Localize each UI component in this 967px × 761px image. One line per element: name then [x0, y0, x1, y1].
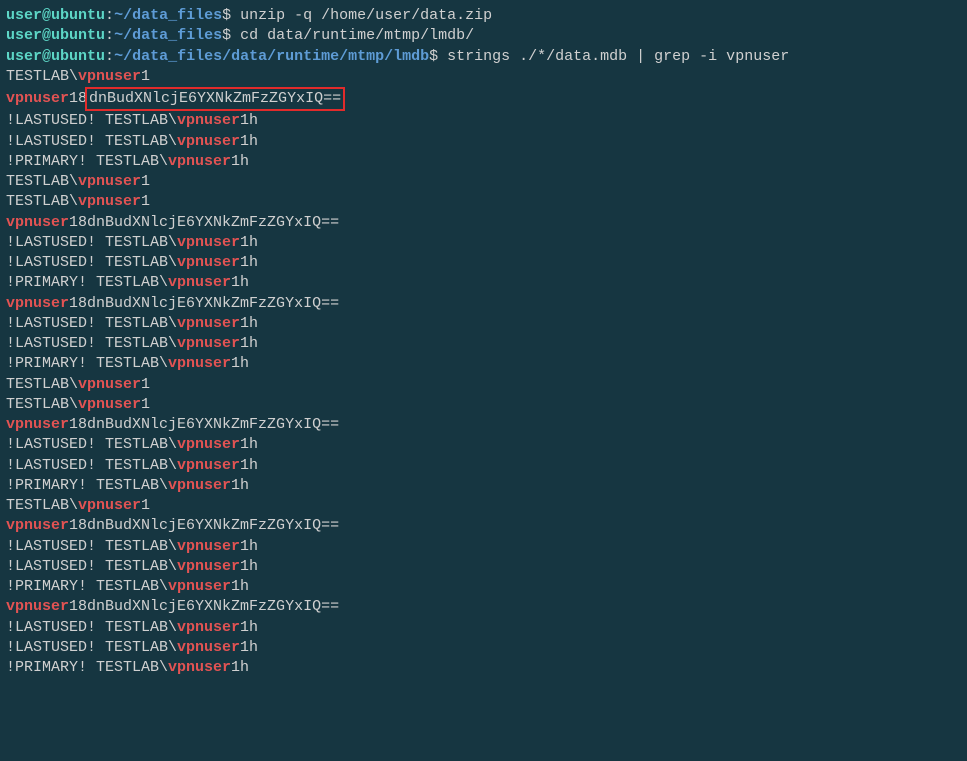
- output-line: !LASTUSED! TESTLAB\vpnuser1h: [6, 557, 961, 577]
- terminal-output: TESTLAB\vpnuser1vpnuser18dnBudXNlcjE6YXN…: [6, 67, 961, 679]
- grep-match: vpnuser: [6, 90, 69, 107]
- grep-match: vpnuser: [78, 497, 141, 514]
- output-line: TESTLAB\vpnuser1: [6, 395, 961, 415]
- grep-match: vpnuser: [177, 315, 240, 332]
- output-line: !PRIMARY! TESTLAB\vpnuser1h: [6, 658, 961, 678]
- prompt-line-1: user@ubuntu:~/data_files$ unzip -q /home…: [6, 6, 961, 26]
- grep-match: vpnuser: [78, 396, 141, 413]
- output-line: TESTLAB\vpnuser1: [6, 172, 961, 192]
- grep-match: vpnuser: [168, 578, 231, 595]
- prompt-user: user: [6, 7, 42, 24]
- output-line: !PRIMARY! TESTLAB\vpnuser1h: [6, 476, 961, 496]
- output-line: !LASTUSED! TESTLAB\vpnuser1h: [6, 435, 961, 455]
- output-line: !LASTUSED! TESTLAB\vpnuser1h: [6, 618, 961, 638]
- grep-match: vpnuser: [168, 659, 231, 676]
- output-line: TESTLAB\vpnuser1: [6, 496, 961, 516]
- output-line: !LASTUSED! TESTLAB\vpnuser1h: [6, 334, 961, 354]
- prompt-line-3: user@ubuntu:~/data_files/data/runtime/mt…: [6, 47, 961, 67]
- prompt-line-2: user@ubuntu:~/data_files$ cd data/runtim…: [6, 26, 961, 46]
- output-line: !PRIMARY! TESTLAB\vpnuser1h: [6, 577, 961, 597]
- grep-match: vpnuser: [168, 477, 231, 494]
- grep-match: vpnuser: [177, 254, 240, 271]
- prompt-at: @: [42, 7, 51, 24]
- output-line: !LASTUSED! TESTLAB\vpnuser1h: [6, 233, 961, 253]
- command-unzip: unzip -q /home/user/data.zip: [240, 7, 492, 24]
- output-line: !LASTUSED! TESTLAB\vpnuser1h: [6, 638, 961, 658]
- output-line: !PRIMARY! TESTLAB\vpnuser1h: [6, 152, 961, 172]
- grep-match: vpnuser: [177, 538, 240, 555]
- output-line: vpnuser18dnBudXNlcjE6YXNkZmFzZGYxIQ==: [6, 597, 961, 617]
- grep-match: vpnuser: [78, 173, 141, 190]
- grep-match: vpnuser: [6, 214, 69, 231]
- grep-match: vpnuser: [168, 153, 231, 170]
- grep-match: vpnuser: [168, 274, 231, 291]
- output-line: TESTLAB\vpnuser1: [6, 192, 961, 212]
- output-line: !LASTUSED! TESTLAB\vpnuser1h: [6, 456, 961, 476]
- output-line: TESTLAB\vpnuser1: [6, 375, 961, 395]
- grep-match: vpnuser: [177, 457, 240, 474]
- grep-match: vpnuser: [177, 558, 240, 575]
- prompt-host: ubuntu: [51, 7, 105, 24]
- prompt-path: ~/data_files: [114, 7, 222, 24]
- command-strings-grep: strings ./*/data.mdb | grep -i vpnuser: [447, 48, 789, 65]
- output-line: TESTLAB\vpnuser1: [6, 67, 961, 87]
- grep-match: vpnuser: [6, 517, 69, 534]
- output-line: vpnuser18dnBudXNlcjE6YXNkZmFzZGYxIQ==: [6, 294, 961, 314]
- output-line: !LASTUSED! TESTLAB\vpnuser1h: [6, 132, 961, 152]
- output-line: vpnuser18dnBudXNlcjE6YXNkZmFzZGYxIQ==: [6, 415, 961, 435]
- output-line: !LASTUSED! TESTLAB\vpnuser1h: [6, 314, 961, 334]
- output-line: !LASTUSED! TESTLAB\vpnuser1h: [6, 537, 961, 557]
- output-line: vpnuser18dnBudXNlcjE6YXNkZmFzZGYxIQ==: [6, 516, 961, 536]
- grep-match: vpnuser: [6, 598, 69, 615]
- grep-match: vpnuser: [177, 133, 240, 150]
- output-line: !PRIMARY! TESTLAB\vpnuser1h: [6, 273, 961, 293]
- grep-match: vpnuser: [177, 234, 240, 251]
- grep-match: vpnuser: [6, 295, 69, 312]
- grep-match: vpnuser: [78, 193, 141, 210]
- output-line: !PRIMARY! TESTLAB\vpnuser1h: [6, 354, 961, 374]
- grep-match: vpnuser: [177, 639, 240, 656]
- grep-match: vpnuser: [177, 619, 240, 636]
- output-line: vpnuser18dnBudXNlcjE6YXNkZmFzZGYxIQ==: [6, 87, 961, 111]
- grep-match: vpnuser: [177, 436, 240, 453]
- output-line: vpnuser18dnBudXNlcjE6YXNkZmFzZGYxIQ==: [6, 213, 961, 233]
- grep-match: vpnuser: [78, 68, 141, 85]
- grep-match: vpnuser: [177, 112, 240, 129]
- highlighted-base64: dnBudXNlcjE6YXNkZmFzZGYxIQ==: [85, 87, 345, 111]
- grep-match: vpnuser: [168, 355, 231, 372]
- command-cd: cd data/runtime/mtmp/lmdb/: [240, 27, 474, 44]
- output-line: !LASTUSED! TESTLAB\vpnuser1h: [6, 253, 961, 273]
- grep-match: vpnuser: [78, 376, 141, 393]
- grep-match: vpnuser: [6, 416, 69, 433]
- output-line: !LASTUSED! TESTLAB\vpnuser1h: [6, 111, 961, 131]
- grep-match: vpnuser: [177, 335, 240, 352]
